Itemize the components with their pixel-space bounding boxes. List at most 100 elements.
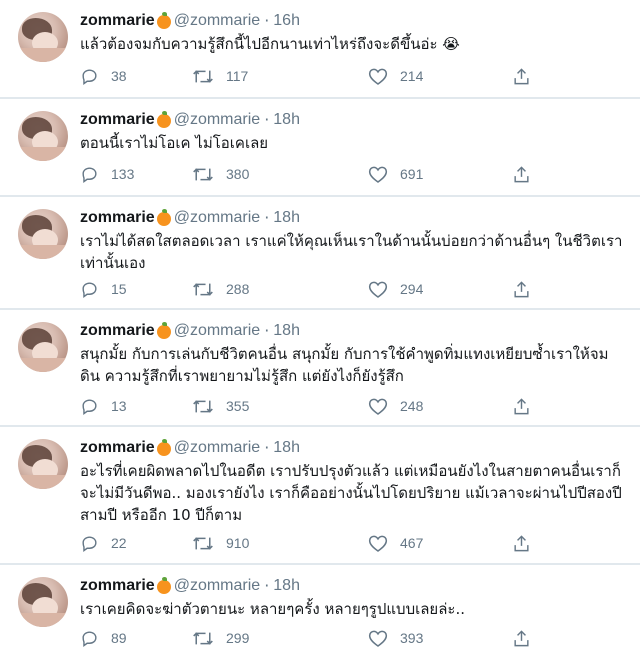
retweet-icon: [193, 536, 213, 550]
avatar[interactable]: [18, 209, 68, 259]
user-handle[interactable]: @zommarie: [174, 12, 260, 30]
retweet-button[interactable]: 380: [192, 165, 249, 184]
tweet[interactable]: zommarie @zommarie · 16h แล้วต้องจมกับคว…: [0, 0, 640, 98]
share-button[interactable]: [512, 280, 531, 299]
share-icon: [514, 534, 529, 551]
share-button[interactable]: [512, 165, 531, 184]
timestamp[interactable]: 18h: [273, 209, 300, 227]
reply-button[interactable]: 38: [80, 67, 127, 86]
display-name[interactable]: zommarie: [80, 577, 155, 595]
like-button[interactable]: 214: [368, 67, 423, 86]
timestamp[interactable]: 18h: [273, 111, 300, 129]
user-handle[interactable]: @zommarie: [174, 577, 260, 595]
reply-button[interactable]: 89: [80, 629, 127, 648]
tweet-header: zommarie @zommarie · 18h: [80, 208, 300, 227]
heart-icon: [368, 166, 388, 183]
share-button[interactable]: [512, 397, 531, 416]
display-name[interactable]: zommarie: [80, 322, 155, 340]
heart-icon: [368, 398, 388, 415]
like-button[interactable]: 294: [368, 280, 423, 299]
heart-icon: [368, 630, 388, 647]
reply-count: 15: [111, 281, 127, 297]
like-count: 393: [400, 630, 424, 646]
reply-button[interactable]: 15: [80, 280, 127, 299]
timestamp[interactable]: 16h: [273, 12, 300, 30]
orange-emoji-icon: [156, 438, 171, 456]
separator-dot: ·: [264, 208, 270, 227]
tweet[interactable]: zommarie @zommarie · 18h เราเคยคิดจะฆ่าต…: [0, 564, 640, 659]
like-button[interactable]: 248: [368, 397, 423, 416]
retweet-button[interactable]: 288: [192, 280, 249, 299]
separator-dot: ·: [264, 110, 270, 129]
reply-icon: [82, 398, 97, 415]
tweet-header: zommarie @zommarie · 18h: [80, 438, 300, 457]
like-count: 691: [400, 166, 424, 182]
avatar[interactable]: [18, 12, 68, 62]
user-handle[interactable]: @zommarie: [174, 322, 260, 340]
reply-count: 22: [111, 535, 127, 551]
tweet[interactable]: zommarie @zommarie · 18h ตอนนี้เราไม่โอเ…: [0, 98, 640, 196]
tweet[interactable]: zommarie @zommarie · 18h อะไรที่เคยผิดพล…: [0, 426, 640, 564]
tweet[interactable]: zommarie @zommarie · 18h สนุกมั้ย กับการ…: [0, 309, 640, 426]
timestamp[interactable]: 18h: [273, 577, 300, 595]
separator-dot: ·: [264, 11, 270, 30]
retweet-button[interactable]: 299: [192, 629, 249, 648]
reply-count: 13: [111, 398, 127, 414]
avatar[interactable]: [18, 111, 68, 161]
tweet-actions: 89 299 393: [80, 628, 540, 648]
reply-button[interactable]: 22: [80, 534, 127, 553]
tweet[interactable]: zommarie @zommarie · 18h เราไม่ได้สดใสตล…: [0, 196, 640, 309]
reply-count: 38: [111, 68, 127, 84]
like-button[interactable]: 467: [368, 534, 423, 553]
retweet-count: 288: [226, 281, 250, 297]
reply-icon: [82, 68, 97, 85]
tweet-actions: 15 288 294: [80, 279, 540, 299]
retweet-icon: [193, 167, 213, 181]
tweet-header: zommarie @zommarie · 18h: [80, 321, 300, 340]
timestamp[interactable]: 18h: [273, 439, 300, 457]
like-button[interactable]: 691: [368, 165, 423, 184]
timestamp[interactable]: 18h: [273, 322, 300, 340]
tweet-text: ตอนนี้เราไม่โอเค ไม่โอเคเลย: [80, 134, 269, 152]
reply-button[interactable]: 133: [80, 165, 134, 184]
like-button[interactable]: 393: [368, 629, 423, 648]
display-name[interactable]: zommarie: [80, 12, 155, 30]
avatar[interactable]: [18, 577, 68, 627]
tweet-header: zommarie @zommarie · 16h: [80, 11, 300, 30]
retweet-icon: [193, 399, 213, 413]
orange-emoji-icon: [156, 321, 171, 339]
user-handle[interactable]: @zommarie: [174, 439, 260, 457]
share-button[interactable]: [512, 67, 531, 86]
tweet-actions: 13 355 248: [80, 396, 540, 416]
user-handle[interactable]: @zommarie: [174, 111, 260, 129]
reply-button[interactable]: 13: [80, 397, 127, 416]
reply-count: 133: [111, 166, 135, 182]
retweet-count: 380: [226, 166, 250, 182]
retweet-button[interactable]: 117: [192, 67, 248, 86]
tweet-header: zommarie @zommarie · 18h: [80, 110, 300, 129]
user-handle[interactable]: @zommarie: [174, 209, 260, 227]
retweet-count: 910: [226, 535, 250, 551]
tweet-timeline: zommarie @zommarie · 16h แล้วต้องจมกับคว…: [0, 0, 640, 659]
share-icon: [514, 397, 529, 414]
orange-emoji-icon: [156, 208, 171, 226]
retweet-button[interactable]: 910: [192, 534, 249, 553]
like-count: 294: [400, 281, 424, 297]
reply-icon: [82, 535, 97, 552]
tweet-actions: 22 910 467: [80, 533, 540, 553]
orange-emoji-icon: [156, 11, 171, 29]
avatar[interactable]: [18, 322, 68, 372]
display-name[interactable]: zommarie: [80, 111, 155, 129]
like-count: 248: [400, 398, 424, 414]
display-name[interactable]: zommarie: [80, 209, 155, 227]
tweet-text: แล้วต้องจมกับความรู้สึกนี้ไปอีกนานเท่าไห…: [80, 35, 460, 53]
retweet-count: 117: [226, 68, 249, 84]
share-button[interactable]: [512, 629, 531, 648]
share-button[interactable]: [512, 534, 531, 553]
avatar[interactable]: [18, 439, 68, 489]
separator-dot: ·: [264, 321, 270, 340]
share-icon: [514, 280, 529, 297]
separator-dot: ·: [264, 438, 270, 457]
retweet-button[interactable]: 355: [192, 397, 249, 416]
display-name[interactable]: zommarie: [80, 439, 155, 457]
